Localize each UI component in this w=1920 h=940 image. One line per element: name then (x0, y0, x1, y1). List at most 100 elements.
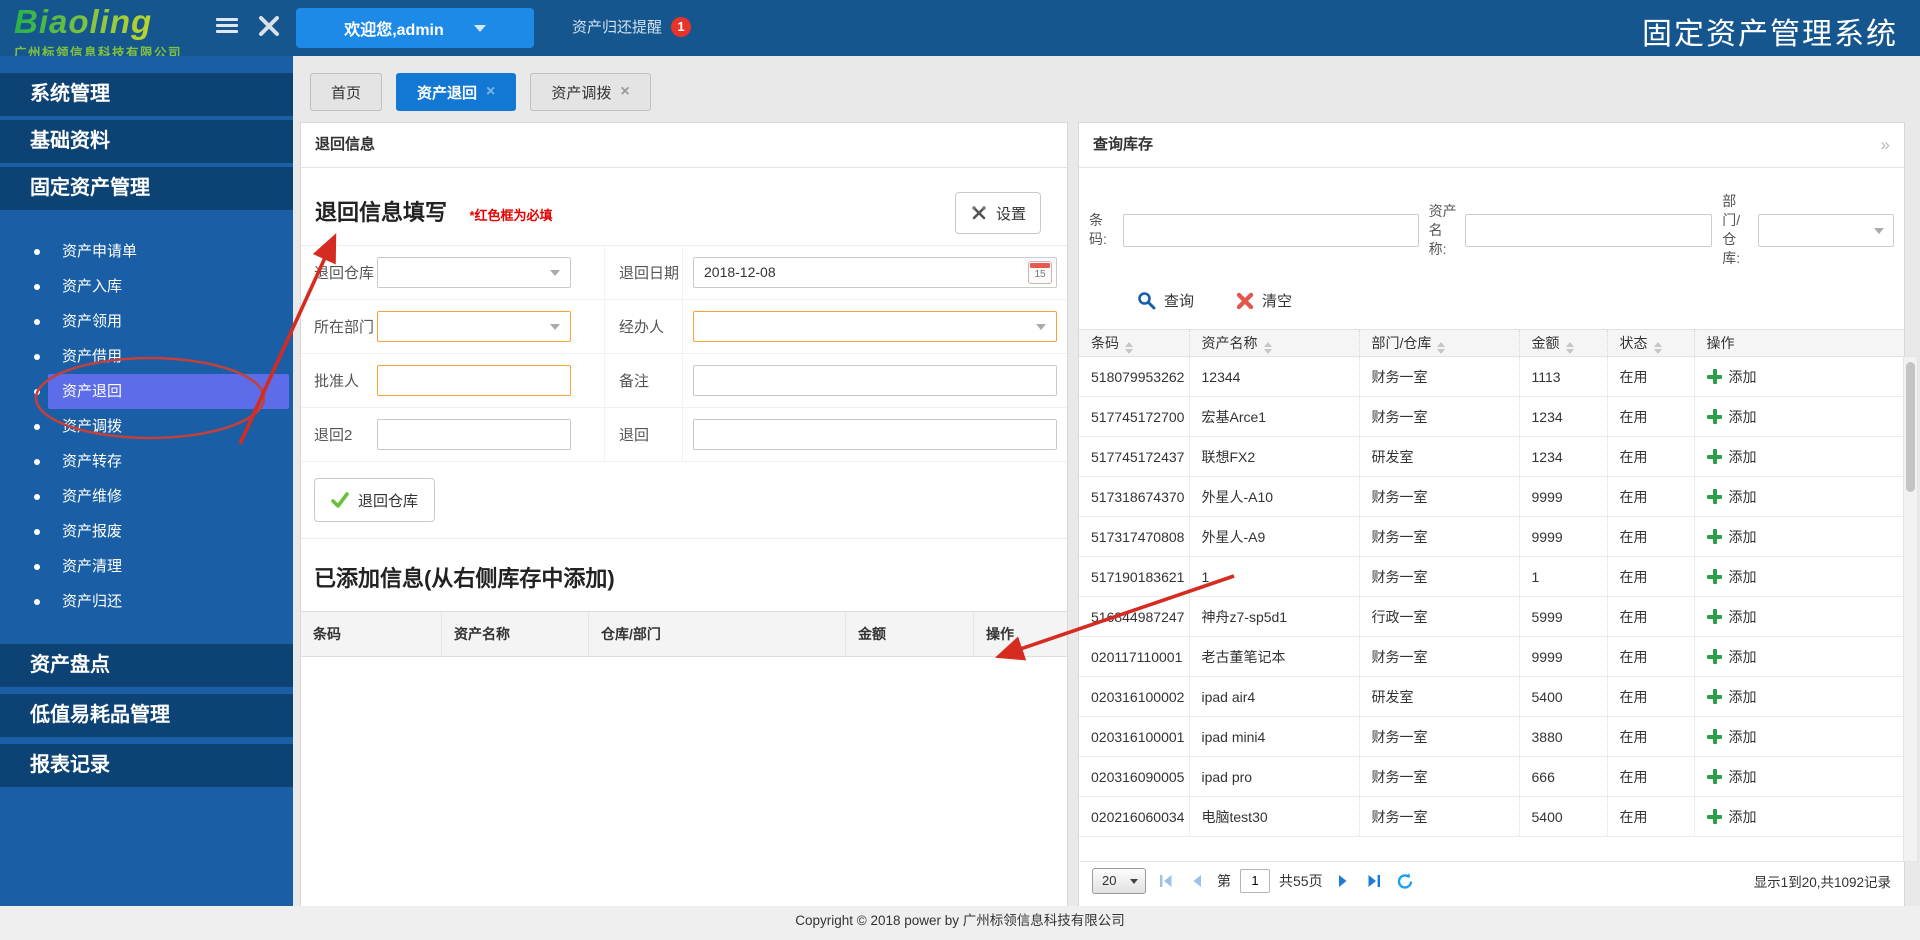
sidebar-section-reports[interactable]: 报表记录 (0, 744, 293, 787)
collapse-icon[interactable]: » (1881, 123, 1890, 167)
sidebar-section-basic-data[interactable]: 基础资料 (0, 120, 293, 163)
return-input[interactable] (693, 419, 1057, 450)
refresh-icon[interactable] (1394, 870, 1416, 892)
sidebar-item-asset-borrow[interactable]: 资产借用 (0, 339, 293, 374)
sidebar-item-asset-request[interactable]: 资产申请单 (0, 234, 293, 269)
sidebar-item-asset-requisition[interactable]: 资产领用 (0, 304, 293, 339)
sidebar-item-asset-giveback[interactable]: 资产归还 (0, 584, 293, 619)
col-dept-warehouse[interactable]: 部门/仓库 (1359, 330, 1519, 357)
last-page-button[interactable] (1363, 870, 1385, 892)
scrollbar-thumb[interactable] (1906, 362, 1915, 492)
calendar-icon[interactable] (1028, 261, 1052, 284)
add-button[interactable]: 添加 (1707, 407, 1905, 427)
plus-icon (1707, 369, 1722, 384)
add-button[interactable]: 添加 (1707, 367, 1905, 387)
add-button[interactable]: 添加 (1707, 487, 1905, 507)
asset-return-reminder[interactable]: 资产归还提醒 1 (572, 16, 691, 37)
bullet-icon (34, 494, 40, 500)
inventory-query-panel: 查询库存 » 条码: 资产名称: 部门/仓库: 查询 清空 条码 资产名称 部门… (1078, 122, 1905, 908)
return-info-panel: 退回信息 退回信息填写 *红色框为必填 设置 退回仓库 退回日期 2018-12… (300, 122, 1068, 908)
add-button[interactable]: 添加 (1707, 727, 1905, 747)
page-size-select[interactable]: 20 (1092, 868, 1146, 894)
handler-select[interactable] (693, 311, 1057, 342)
page-number-input[interactable] (1240, 869, 1270, 893)
sidebar-section-consumables[interactable]: 低值易耗品管理 (0, 694, 293, 737)
search-button[interactable]: 查询 (1137, 290, 1194, 311)
sidebar-item-asset-scrap[interactable]: 资产报废 (0, 514, 293, 549)
first-page-button[interactable] (1155, 870, 1177, 892)
add-button[interactable]: 添加 (1707, 807, 1905, 827)
col-action: 操作 (1694, 330, 1904, 357)
tab-asset-transfer[interactable]: 资产调拨 (530, 73, 650, 111)
tab-close-icon[interactable] (486, 84, 495, 100)
inventory-row: 020117110001老古董笔记本财务一室9999在用 添加 (1079, 637, 1904, 677)
add-button[interactable]: 添加 (1707, 687, 1905, 707)
prev-page-button[interactable] (1186, 870, 1208, 892)
inventory-row: 5171901836211财务一室1在用 添加 (1079, 557, 1904, 597)
add-button[interactable]: 添加 (1707, 567, 1905, 587)
sidebar-section-fixed-assets[interactable]: 固定资产管理 (0, 167, 293, 210)
plus-icon (1707, 809, 1722, 824)
add-button[interactable]: 添加 (1707, 607, 1905, 627)
settings-button[interactable]: 设置 (955, 192, 1041, 234)
plus-icon (1707, 729, 1722, 744)
required-note: *红色框为必填 (469, 208, 552, 223)
logo[interactable]: Biaoling 广州标领信息科技有限公司 (14, 3, 182, 61)
sort-icon (1437, 342, 1445, 354)
welcome-admin-label: 欢迎您,admin (344, 16, 444, 40)
inventory-row: 020316100002ipad air4研发室5400在用 添加 (1079, 677, 1904, 717)
sidebar-item-asset-cleanup[interactable]: 资产清理 (0, 549, 293, 584)
sidebar-item-asset-inbound[interactable]: 资产入库 (0, 269, 293, 304)
reminder-label: 资产归还提醒 (572, 16, 662, 37)
next-page-button[interactable] (1332, 870, 1354, 892)
sidebar-section-system[interactable]: 系统管理 (0, 73, 293, 116)
inventory-row: 517745172437联想FX2研发室1234在用 添加 (1079, 437, 1904, 477)
added-col-name: 资产名称 (442, 612, 589, 656)
return-warehouse-select[interactable] (377, 257, 571, 288)
pagination-summary: 显示1到20,共1092记录 (1754, 871, 1891, 891)
col-status[interactable]: 状态 (1607, 330, 1694, 357)
bullet-icon (34, 564, 40, 570)
sidebar-item-asset-storage[interactable]: 资产转存 (0, 444, 293, 479)
tab-close-icon[interactable] (620, 84, 629, 100)
table-scrollbar[interactable] (1903, 356, 1918, 862)
inventory-table: 条码 资产名称 部门/仓库 金额 状态 操作 51807995326212344… (1079, 329, 1904, 837)
close-icon[interactable] (257, 14, 281, 43)
return-form: 退回仓库 退回日期 2018-12-08 所在部门 经办人 批准人 备注 退回2 (301, 246, 1067, 462)
return2-label: 退回2 (301, 424, 377, 445)
remark-input[interactable] (693, 365, 1057, 396)
welcome-admin-button[interactable]: 欢迎您,admin (296, 8, 534, 48)
sidebar-item-asset-return[interactable]: 资产退回 (0, 374, 293, 409)
dept-filter-select[interactable] (1758, 214, 1894, 247)
col-barcode[interactable]: 条码 (1079, 330, 1189, 357)
barcode-filter-input[interactable] (1123, 214, 1419, 247)
col-amount[interactable]: 金额 (1519, 330, 1607, 357)
sort-icon (1125, 342, 1133, 354)
add-button[interactable]: 添加 (1707, 767, 1905, 787)
col-asset-name[interactable]: 资产名称 (1189, 330, 1359, 357)
department-select[interactable] (377, 311, 571, 342)
add-button[interactable]: 添加 (1707, 647, 1905, 667)
hamburger-icon[interactable] (216, 15, 238, 36)
clear-button[interactable]: 清空 (1236, 290, 1292, 311)
plus-icon (1707, 609, 1722, 624)
name-filter-input[interactable] (1465, 214, 1713, 247)
approver-input[interactable] (377, 365, 571, 396)
return-date-field[interactable]: 2018-12-08 (693, 257, 1057, 288)
return-warehouse-button[interactable]: 退回仓库 (314, 478, 435, 522)
return2-input[interactable] (377, 419, 571, 450)
add-button[interactable]: 添加 (1707, 447, 1905, 467)
total-pages: 共55页 (1279, 871, 1323, 891)
sidebar-section-asset-inventory[interactable]: 资产盘点 (0, 644, 293, 687)
tab-asset-return[interactable]: 资产退回 (396, 73, 516, 111)
plus-icon (1707, 649, 1722, 664)
sidebar: 系统管理 基础资料 固定资产管理 资产申请单 资产入库 资产领用 资产借用 资产… (0, 56, 293, 906)
inventory-row: 516844987247神舟z7-sp5d1行政一室5999在用 添加 (1079, 597, 1904, 637)
inventory-row: 51807995326212344财务一室1113在用 添加 (1079, 357, 1904, 397)
tab-home[interactable]: 首页 (310, 73, 382, 111)
sidebar-item-asset-repair[interactable]: 资产维修 (0, 479, 293, 514)
sidebar-item-asset-transfer[interactable]: 资产调拨 (0, 409, 293, 444)
barcode-filter-label: 条码: (1089, 211, 1119, 249)
add-button[interactable]: 添加 (1707, 527, 1905, 547)
inventory-row: 517317470808外星人-A9财务一室9999在用 添加 (1079, 517, 1904, 557)
